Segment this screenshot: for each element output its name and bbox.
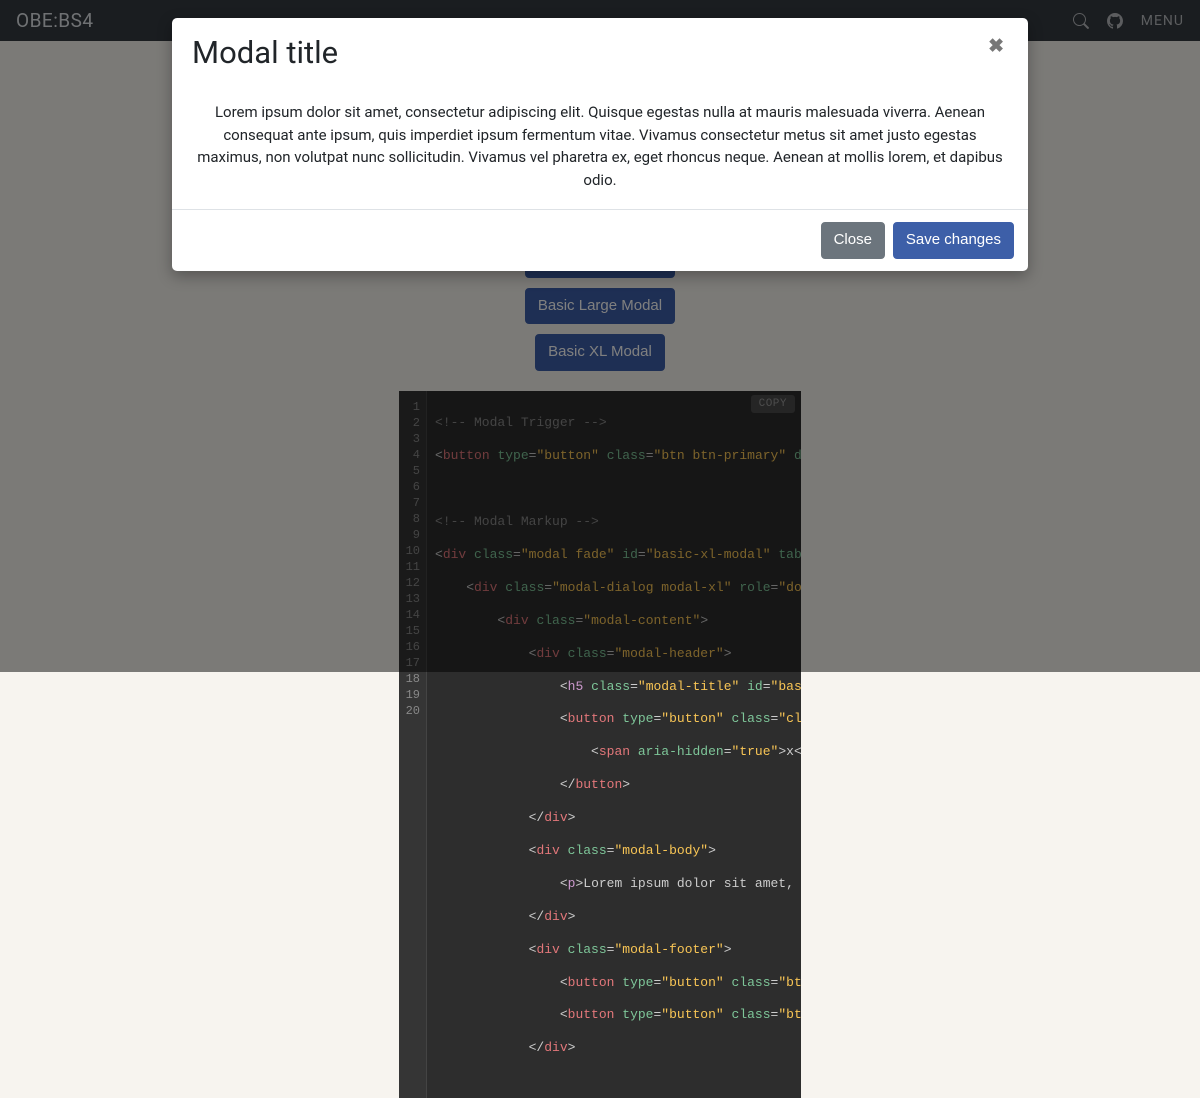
line-number: 19 (399, 687, 426, 703)
modal-wrap: Modal title ✖ Lorem ipsum dolor sit amet… (0, 0, 1200, 672)
close-button[interactable]: Close (821, 222, 885, 259)
line-number: 18 (399, 671, 426, 687)
modal-body: Lorem ipsum dolor sit amet, consectetur … (172, 87, 1028, 210)
save-changes-button[interactable]: Save changes (893, 222, 1014, 259)
modal-header: Modal title ✖ (172, 18, 1028, 87)
close-icon[interactable]: ✖ (984, 34, 1008, 57)
modal-title: Modal title (192, 34, 338, 71)
modal-footer: Close Save changes (172, 210, 1028, 271)
line-number: 20 (399, 703, 426, 719)
modal-dialog: Modal title ✖ Lorem ipsum dolor sit amet… (172, 18, 1028, 271)
